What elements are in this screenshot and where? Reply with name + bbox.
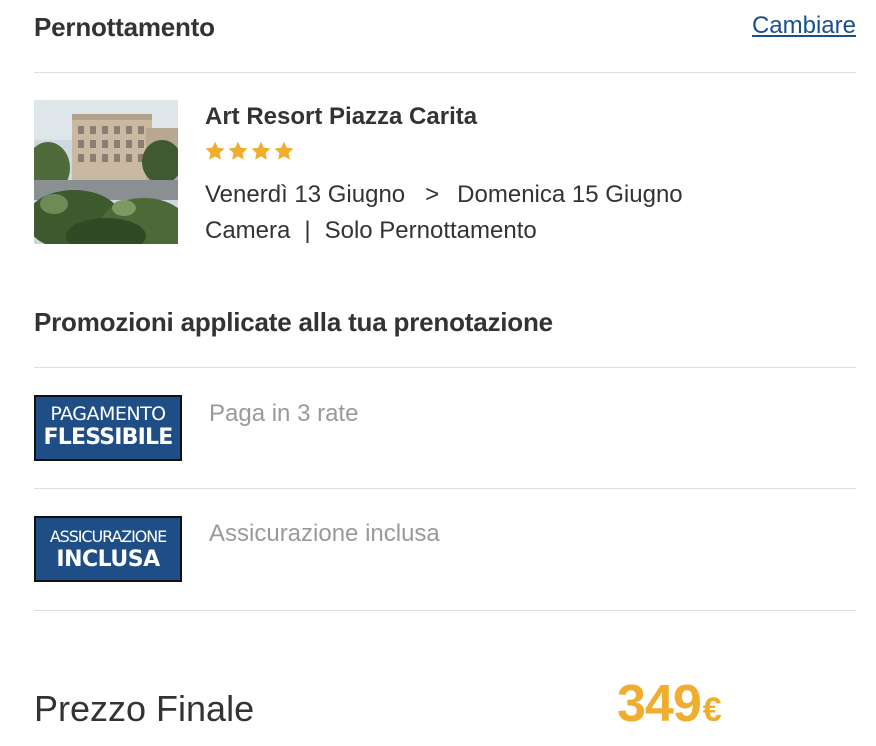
promotion-text: Paga in 3 rate xyxy=(209,400,359,427)
flexible-payment-badge: PAGAMENTO FLESSIBILE xyxy=(34,395,182,461)
room-type: Camera xyxy=(205,217,291,244)
change-link[interactable]: Cambiare xyxy=(752,12,856,40)
badge-line2: FLESSIBILE xyxy=(43,425,174,450)
hotel-name: Art Resort Piazza Carita xyxy=(205,103,478,130)
room-info: Camera | Solo Pernottamento xyxy=(205,217,537,245)
insurance-included-badge: ASSICURAZIONE INCLUSA xyxy=(34,516,182,582)
stay-dates: Venerdì 13 Giugno > Domenica 15 Giugno xyxy=(205,181,683,209)
price-amount: 349 xyxy=(617,675,702,733)
star-icon xyxy=(205,141,225,160)
star-icon xyxy=(274,141,294,160)
final-price-label: Prezzo Finale xyxy=(34,688,255,729)
checkout-date: Domenica 15 Giugno xyxy=(457,181,683,208)
section-title: Pernottamento xyxy=(34,12,215,42)
promotions-title: Promozioni applicate alla tua prenotazio… xyxy=(34,307,553,337)
badge-line2: INCLUSA xyxy=(56,547,160,572)
checkin-date: Venerdì 13 Giugno xyxy=(205,181,406,208)
star-icon xyxy=(251,141,271,160)
final-price: 349€ xyxy=(617,674,722,734)
divider xyxy=(34,610,856,611)
star-rating xyxy=(204,140,295,166)
section-header: Pernottamento Cambiare xyxy=(34,12,856,42)
badge-line1: PAGAMENTO xyxy=(50,403,166,425)
date-arrow: > xyxy=(425,181,440,208)
divider xyxy=(34,488,856,489)
board-type: Solo Pernottamento xyxy=(324,217,537,244)
currency-symbol: € xyxy=(702,691,722,729)
star-icon xyxy=(228,141,248,160)
divider xyxy=(34,367,856,368)
hotel-photo xyxy=(34,100,178,244)
promotion-text: Assicurazione inclusa xyxy=(209,520,440,547)
divider xyxy=(34,72,856,73)
room-separator: | xyxy=(304,217,311,244)
badge-line1: ASSICURAZIONE xyxy=(49,527,167,546)
